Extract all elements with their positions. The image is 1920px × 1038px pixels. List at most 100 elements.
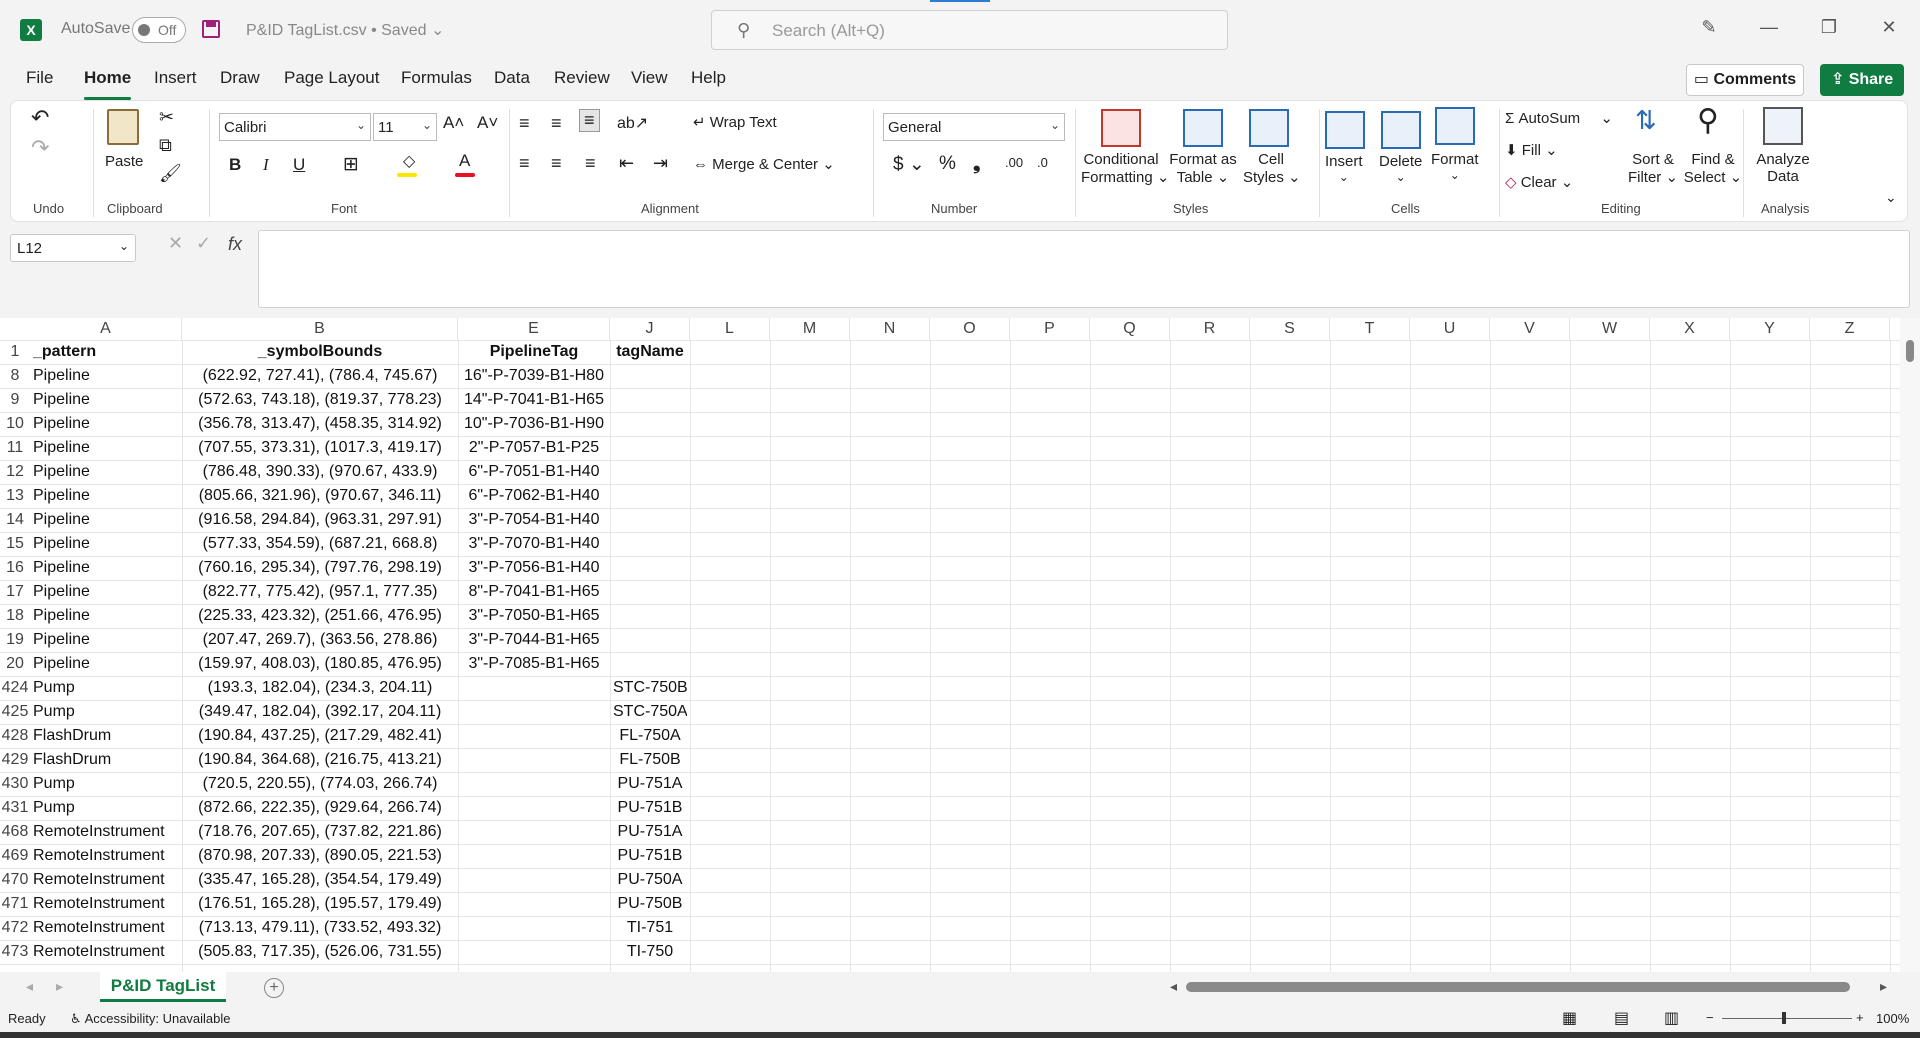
comments-button[interactable]: ▭ Comments <box>1686 64 1804 96</box>
table-cell[interactable]: (176.51, 165.28), (195.57, 179.49) <box>185 892 455 916</box>
decrease-decimal-icon[interactable]: .0 <box>1037 155 1048 170</box>
column-header[interactable]: S <box>1250 318 1330 340</box>
table-cell[interactable]: PU-750A <box>613 868 687 892</box>
table-cell[interactable] <box>461 916 607 940</box>
formula-input[interactable] <box>258 230 1910 308</box>
table-cell[interactable]: (720.5, 220.55), (774.03, 266.74) <box>185 772 455 796</box>
name-box[interactable]: L12 ⌄ <box>10 234 136 262</box>
vertical-scroll-thumb[interactable] <box>1906 340 1914 362</box>
column-header[interactable]: Y <box>1730 318 1810 340</box>
table-cell[interactable]: 14"-P-7041-B1-H65 <box>461 388 607 412</box>
table-cell[interactable]: (190.84, 364.68), (216.75, 413.21) <box>185 748 455 772</box>
table-cell[interactable]: (713.13, 479.11), (733.52, 493.32) <box>185 916 455 940</box>
cell-styles-icon[interactable] <box>1249 109 1289 147</box>
table-cell[interactable] <box>461 748 607 772</box>
table-cell[interactable]: TI-750 <box>613 940 687 964</box>
table-cell[interactable]: FlashDrum <box>33 748 179 772</box>
increase-decimal-icon[interactable]: .00 <box>1005 155 1023 170</box>
row-header[interactable]: 430 <box>0 772 30 796</box>
table-cell[interactable]: (707.55, 373.31), (1017.3, 419.17) <box>185 436 455 460</box>
table-cell[interactable]: Pump <box>33 772 179 796</box>
row-header[interactable]: 10 <box>0 412 30 436</box>
tab-page-layout[interactable]: Page Layout <box>284 68 379 88</box>
italic-icon[interactable]: I <box>263 155 269 175</box>
table-cell[interactable]: Pump <box>33 700 179 724</box>
analyze-data-icon[interactable] <box>1763 107 1803 145</box>
tab-file[interactable]: File <box>26 68 53 88</box>
align-top-icon[interactable]: ≡ <box>519 113 530 134</box>
table-cell[interactable]: (159.97, 408.03), (180.85, 476.95) <box>185 652 455 676</box>
copy-icon[interactable]: ⧉ <box>159 135 172 156</box>
table-cell[interactable]: (335.47, 165.28), (354.54, 179.49) <box>185 868 455 892</box>
table-cell[interactable] <box>613 580 687 604</box>
row-header[interactable]: 428 <box>0 724 30 748</box>
paste-button[interactable]: Paste <box>105 153 143 170</box>
table-cell[interactable]: (760.16, 295.34), (797.76, 298.19) <box>185 556 455 580</box>
table-cell[interactable] <box>461 940 607 964</box>
table-cell[interactable]: (207.47, 269.7), (363.56, 278.86) <box>185 628 455 652</box>
delete-cells-icon[interactable] <box>1381 111 1421 149</box>
zoom-in-icon[interactable]: + <box>1856 1010 1864 1025</box>
fill-button[interactable]: ⬇ Fill ⌄ <box>1505 141 1558 159</box>
table-cell[interactable] <box>613 364 687 388</box>
table-cell[interactable]: RemoteInstrument <box>33 892 179 916</box>
table-cell[interactable] <box>461 796 607 820</box>
save-icon[interactable] <box>202 20 220 38</box>
table-cell[interactable]: Pipeline <box>33 604 179 628</box>
table-cell[interactable]: Pipeline <box>33 436 179 460</box>
table-cell[interactable] <box>613 652 687 676</box>
table-cell[interactable] <box>613 484 687 508</box>
cancel-icon[interactable]: ✕ <box>168 233 183 254</box>
column-header[interactable]: O <box>930 318 1010 340</box>
insert-cells-icon[interactable] <box>1325 111 1365 149</box>
table-cell[interactable] <box>613 508 687 532</box>
prev-sheet-icon[interactable]: ◂ <box>26 978 33 995</box>
borders-icon[interactable]: ⊞ <box>343 153 359 176</box>
table-cell[interactable] <box>613 388 687 412</box>
scroll-left-icon[interactable]: ◂ <box>1170 978 1177 995</box>
table-cell[interactable]: Pipeline <box>33 388 179 412</box>
table-cell[interactable]: Pipeline <box>33 364 179 388</box>
table-cell[interactable] <box>461 820 607 844</box>
row-header[interactable]: 470 <box>0 868 30 892</box>
decrease-font-icon[interactable]: A˅ <box>477 113 498 133</box>
table-cell[interactable]: (572.63, 743.18), (819.37, 778.23) <box>185 388 455 412</box>
find-select-button[interactable]: Find & Select ⌄ <box>1683 151 1743 186</box>
underline-icon[interactable]: U <box>293 155 305 175</box>
table-cell[interactable]: FL-750B <box>613 748 687 772</box>
row-header[interactable]: 14 <box>0 508 30 532</box>
scroll-right-icon[interactable]: ▸ <box>1880 978 1887 995</box>
insert-function-icon[interactable]: fx <box>228 234 242 255</box>
redo-icon[interactable]: ↷ <box>31 135 49 161</box>
paste-icon[interactable] <box>107 109 139 145</box>
sort-filter-icon[interactable]: ⇅ <box>1635 105 1657 136</box>
row-header[interactable]: 16 <box>0 556 30 580</box>
format-painter-icon[interactable]: 🖌 <box>159 163 182 184</box>
undo-icon[interactable]: ↶ <box>31 105 49 131</box>
table-cell[interactable]: Pipeline <box>33 508 179 532</box>
comma-icon[interactable]: ❟ <box>973 153 980 175</box>
table-cell[interactable]: TI-751 <box>613 916 687 940</box>
row-header[interactable]: 473 <box>0 940 30 964</box>
fill-color-icon[interactable] <box>397 173 417 177</box>
row-header[interactable]: 17 <box>0 580 30 604</box>
horizontal-scroll-thumb[interactable] <box>1186 982 1850 992</box>
table-cell[interactable]: RemoteInstrument <box>33 916 179 940</box>
table-cell[interactable]: Pipeline <box>33 460 179 484</box>
table-cell[interactable]: (870.98, 207.33), (890.05, 221.53) <box>185 844 455 868</box>
highlight-icon[interactable]: ◇ <box>403 151 415 171</box>
number-format-select[interactable]: General ⌄ <box>883 113 1065 141</box>
tab-draw[interactable]: Draw <box>220 68 260 88</box>
tab-formulas[interactable]: Formulas <box>401 68 472 88</box>
column-header[interactable]: B <box>182 318 458 340</box>
row-header[interactable]: 13 <box>0 484 30 508</box>
decrease-indent-icon[interactable]: ⇤ <box>619 153 634 174</box>
tab-review[interactable]: Review <box>554 68 610 88</box>
table-cell[interactable]: (786.48, 390.33), (970.67, 433.9) <box>185 460 455 484</box>
font-color-bar-icon[interactable] <box>455 173 475 177</box>
align-right-icon[interactable]: ≡ <box>585 153 596 174</box>
row-header[interactable]: 11 <box>0 436 30 460</box>
row-header[interactable]: 19 <box>0 628 30 652</box>
table-cell[interactable]: STC-750B <box>613 676 687 700</box>
table-cell[interactable] <box>613 436 687 460</box>
